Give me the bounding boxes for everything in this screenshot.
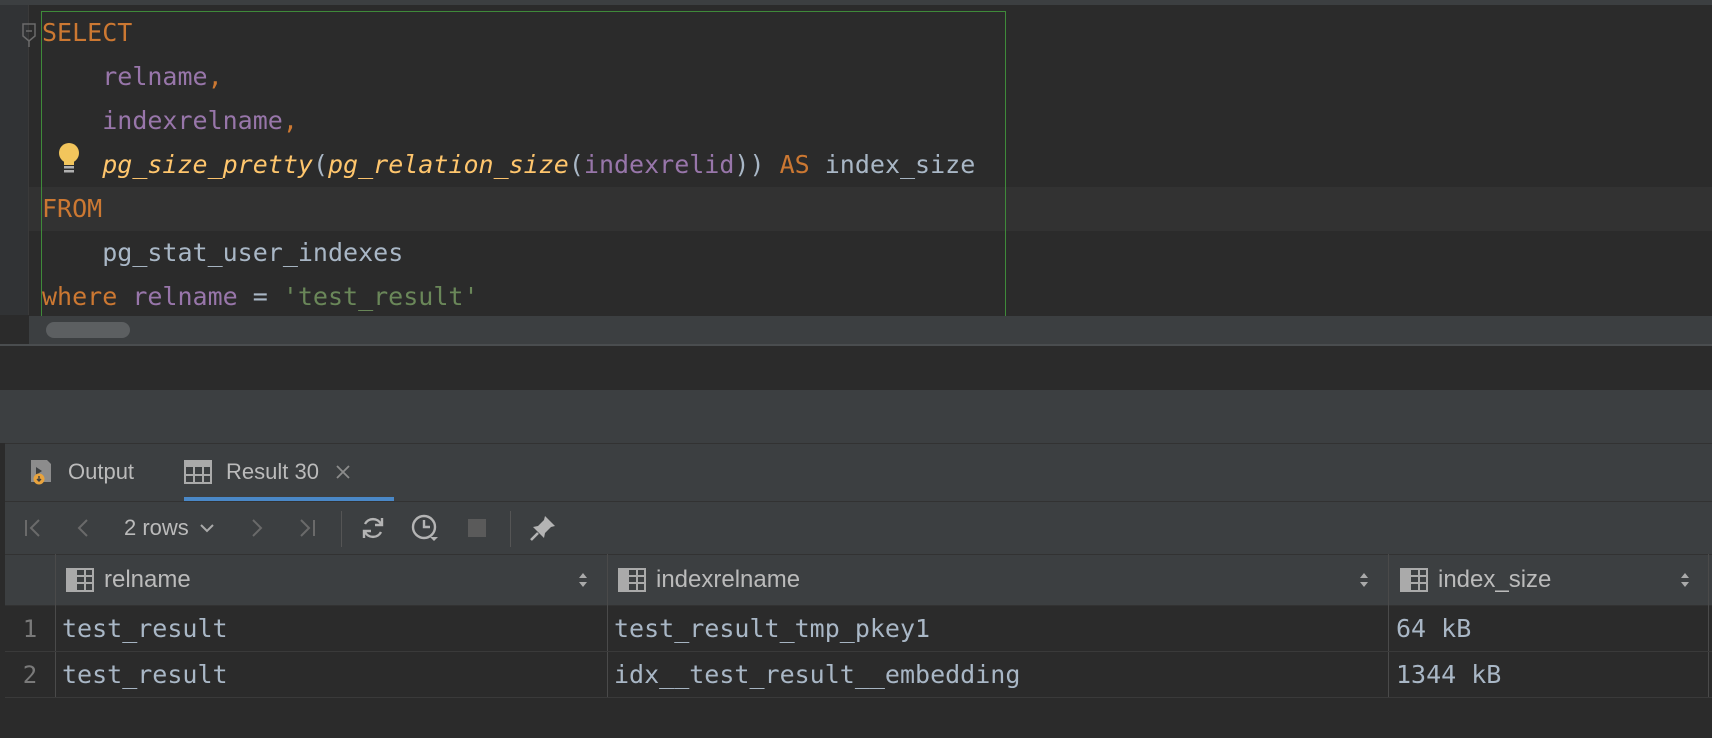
column-icon [618, 568, 646, 592]
table-icon [184, 460, 212, 484]
output-icon [28, 458, 54, 486]
code-line[interactable]: indexrelname, [42, 99, 298, 143]
code-line[interactable]: FROM [42, 187, 102, 231]
table-cell[interactable]: test_result [62, 652, 228, 698]
horizontal-scrollbar[interactable] [29, 316, 1712, 344]
toolbar-separator [341, 511, 342, 547]
stop-icon[interactable] [462, 513, 492, 543]
table-cell[interactable]: 64 kB [1396, 606, 1471, 652]
tab-result[interactable]: Result 30 [184, 444, 351, 500]
table-cell[interactable]: test_result [62, 606, 228, 652]
history-icon[interactable] [410, 513, 440, 543]
rows-selector[interactable]: 2 rows [124, 513, 215, 543]
column-header-index-size[interactable]: index_size [1400, 554, 1551, 606]
table-cell[interactable]: 1344 kB [1396, 652, 1501, 698]
code-token: relname [132, 282, 238, 311]
code-token: )) [734, 150, 765, 179]
chevron-down-icon [199, 522, 215, 534]
pin-icon[interactable] [528, 513, 558, 543]
row-number[interactable]: 1 [5, 606, 55, 652]
code-token: relname [102, 62, 208, 91]
column-divider[interactable] [1388, 554, 1389, 698]
services-panel-header [0, 390, 1712, 443]
code-token: indexrelname [102, 106, 283, 135]
sort-icon[interactable] [1358, 570, 1370, 590]
code-token: = [237, 282, 283, 311]
last-page-icon[interactable] [292, 513, 322, 543]
column-divider[interactable] [607, 554, 608, 698]
code-token: pg_stat_user_indexes [102, 238, 404, 267]
code-token: where [42, 282, 133, 311]
tab-result-label: Result 30 [226, 459, 319, 484]
next-page-icon[interactable] [241, 513, 271, 543]
code-token: AS [764, 150, 825, 179]
first-page-icon[interactable] [18, 513, 48, 543]
editor-empty-area [0, 346, 1712, 390]
column-divider[interactable] [55, 554, 56, 698]
tab-output-label: Output [68, 459, 135, 484]
code-line[interactable]: where relname = 'test_result' [42, 275, 479, 319]
editor-top-border [0, 0, 1712, 5]
prev-page-icon[interactable] [69, 513, 99, 543]
refresh-icon[interactable] [358, 513, 388, 543]
rows-label: 2 rows [124, 515, 189, 540]
code-line[interactable]: relname, [42, 55, 223, 99]
scrollbar-thumb[interactable] [46, 322, 130, 338]
sort-icon[interactable] [1679, 570, 1691, 590]
column-divider[interactable] [1708, 554, 1709, 698]
code-line[interactable]: pg_size_pretty(pg_relation_size(indexrel… [42, 143, 975, 187]
code-token: SELECT [42, 18, 133, 47]
code-line[interactable]: SELECT [42, 11, 132, 55]
code-line[interactable]: pg_stat_user_indexes [42, 231, 403, 275]
tab-output[interactable]: Output [28, 444, 134, 500]
table-cell[interactable]: idx__test_result__embedding [614, 652, 1020, 698]
fold-icon[interactable] [21, 23, 37, 47]
sort-icon[interactable] [577, 570, 589, 590]
editor-gutter [0, 5, 28, 315]
code-token: ( [568, 150, 584, 179]
close-icon[interactable] [335, 464, 351, 480]
code-token: , [282, 106, 298, 135]
code-token: pg_size_pretty [102, 150, 313, 179]
column-header-relname[interactable]: relname [66, 554, 191, 606]
table-cell[interactable]: test_result_tmp_pkey1 [614, 606, 930, 652]
code-token: ( [312, 150, 328, 179]
code-token: indexrelid [583, 150, 735, 179]
column-header-label: indexrelname [656, 566, 801, 593]
code-token: , [207, 62, 223, 91]
column-header-indexrelname[interactable]: indexrelname [618, 554, 800, 606]
column-icon [66, 568, 94, 592]
code-token: FROM [42, 194, 103, 223]
code-token: 'test_result' [282, 282, 479, 311]
column-icon [1400, 568, 1428, 592]
code-token: pg_relation_size [328, 150, 569, 179]
column-header-label: relname [104, 566, 191, 593]
toolbar-separator [510, 511, 511, 547]
code-token: index_size [824, 150, 976, 179]
bulb-icon[interactable] [56, 142, 82, 174]
column-header-label: index_size [1438, 566, 1552, 593]
gutter-separator [28, 5, 29, 315]
row-number[interactable]: 2 [5, 652, 55, 698]
